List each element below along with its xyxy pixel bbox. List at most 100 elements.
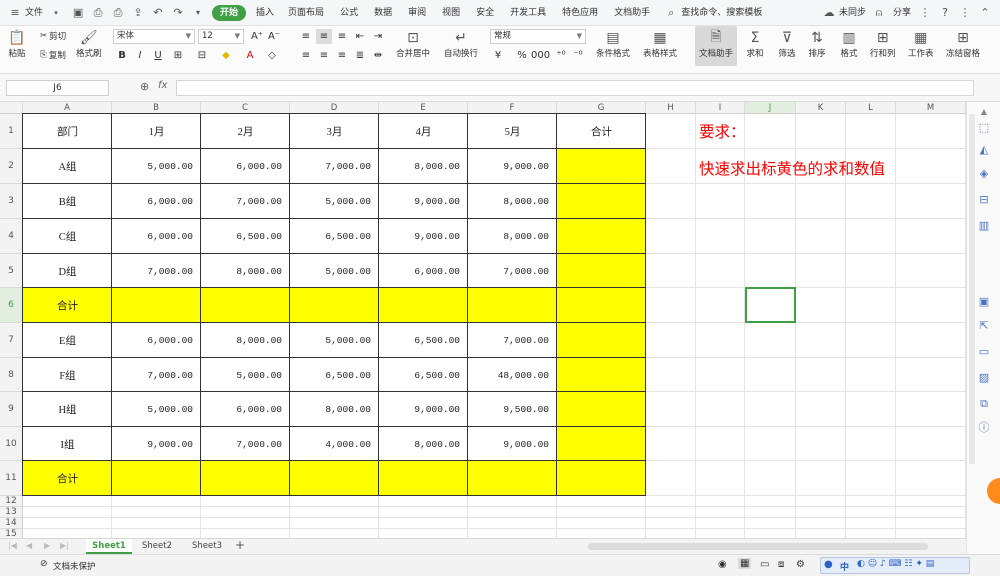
table-cell[interactable]: 5,000.00 — [112, 392, 201, 427]
table-cell[interactable] — [290, 461, 379, 496]
font-name-select[interactable]: 宋体 ▼ — [113, 29, 195, 44]
sheet-tab-2[interactable]: Sheet2 — [134, 539, 180, 554]
row-header-13[interactable]: 13 — [0, 507, 23, 518]
currency-icon[interactable]: ¥ — [490, 48, 506, 63]
font-color-icon[interactable]: A — [242, 48, 258, 63]
table-cell[interactable]: 4,000.00 — [290, 427, 379, 461]
table-cell[interactable] — [290, 288, 379, 323]
table-header-cell[interactable]: 5月 — [468, 114, 557, 149]
underline-icon[interactable]: U — [150, 48, 166, 63]
eye-icon[interactable]: ◉ — [718, 559, 727, 570]
row-header-2[interactable]: 2 — [0, 149, 23, 184]
sum-button[interactable]: Σ 求和 — [746, 29, 764, 59]
table-cell[interactable] — [557, 288, 646, 323]
align-center-icon[interactable]: ≡ — [316, 48, 332, 63]
sort-button[interactable]: ⇅ 排序 — [808, 29, 826, 59]
table-cell[interactable]: 6,500.00 — [379, 323, 468, 358]
table-cell[interactable]: 6,500.00 — [290, 219, 379, 254]
help-icon[interactable]: ? — [938, 6, 952, 20]
filter-button[interactable]: ⊽ 筛选 — [778, 29, 796, 59]
column-header-m[interactable]: M — [896, 102, 966, 114]
tab-developer[interactable]: 开发工具 — [502, 0, 554, 26]
shape-icon[interactable]: ◭ — [976, 142, 992, 158]
table-cell[interactable] — [201, 461, 290, 496]
floating-badge[interactable] — [987, 478, 1000, 504]
table-cell[interactable]: 6,000.00 — [201, 149, 290, 184]
table-cell[interactable]: 5,000.00 — [290, 254, 379, 288]
cut-button[interactable]: ✂ 剪切 — [40, 30, 66, 42]
table-cell[interactable]: 9,000.00 — [112, 427, 201, 461]
table-cell[interactable] — [112, 288, 201, 323]
table-header-cell[interactable]: 合计 — [557, 114, 646, 149]
sync-status[interactable]: 未同步 — [839, 0, 869, 26]
table-cell[interactable] — [201, 288, 290, 323]
table-cell[interactable] — [557, 323, 646, 358]
row-header-1[interactable]: 1 — [0, 114, 23, 149]
row-header-3[interactable]: 3 — [0, 184, 23, 219]
doc-assistant-button[interactable]: 🗎 文档助手 — [695, 26, 737, 66]
table-cell[interactable]: A组 — [23, 149, 112, 184]
table-cell[interactable]: 5,000.00 — [112, 149, 201, 184]
align-left-icon[interactable]: ≡ — [298, 48, 314, 63]
align-middle-icon[interactable]: ≡ — [316, 29, 332, 44]
worksheet-button[interactable]: ▦ 工作表 — [908, 29, 934, 59]
align-bottom-icon[interactable]: ≡ — [334, 29, 350, 44]
table-cell[interactable] — [557, 149, 646, 184]
merge-center-button[interactable]: ⊡ 合并居中 — [396, 29, 430, 59]
row-header-11[interactable]: 11 — [0, 461, 23, 496]
row-header-6[interactable]: 6 — [0, 288, 23, 323]
tab-insert[interactable]: 插入 — [250, 0, 280, 26]
file-menu[interactable]: 文件 — [25, 0, 49, 26]
table-header-cell[interactable]: 3月 — [290, 114, 379, 149]
increase-decimal-icon[interactable]: ⁺⁰ — [553, 48, 569, 63]
table-cell[interactable] — [557, 219, 646, 254]
ime-toolbar[interactable]: ● 中 ◐ ☺ ♪ ⌨ ☷ ✦ ▤ — [820, 557, 970, 574]
table-cell[interactable]: 7,000.00 — [290, 149, 379, 184]
tab-data[interactable]: 数据 — [366, 0, 400, 26]
table-cell[interactable] — [468, 461, 557, 496]
indent-decrease-icon[interactable]: ⇤ — [352, 29, 368, 44]
share-button[interactable]: 分享 — [889, 0, 915, 26]
justify-icon[interactable]: ≣ — [352, 48, 368, 63]
table-cell[interactable] — [379, 288, 468, 323]
row-header-5[interactable]: 5 — [0, 254, 23, 288]
undo-icon[interactable]: ↶ — [151, 6, 165, 20]
table-cell[interactable]: 合计 — [23, 288, 112, 323]
zoom-icon[interactable]: ⊕ — [140, 80, 149, 93]
table-cell[interactable]: 6,500.00 — [290, 358, 379, 392]
table-cell[interactable] — [557, 392, 646, 427]
conditional-format-button[interactable]: ▤ 条件格式 — [596, 29, 630, 59]
decrease-font-icon[interactable]: A⁻ — [266, 29, 282, 44]
tab-security[interactable]: 安全 — [468, 0, 502, 26]
table-cell[interactable]: 9,500.00 — [468, 392, 557, 427]
table-cell[interactable]: 6,000.00 — [201, 392, 290, 427]
table-header-cell[interactable]: 部门 — [23, 114, 112, 149]
protection-status[interactable]: 文档未保护 — [53, 560, 96, 572]
table-cell[interactable] — [557, 461, 646, 496]
select-icon[interactable]: ⬚ — [976, 120, 992, 136]
table-cell[interactable]: 8,000.00 — [290, 392, 379, 427]
scroll-up-icon[interactable]: ▲ — [976, 104, 992, 120]
horizontal-scrollbar[interactable] — [588, 543, 928, 550]
table-cell[interactable]: H组 — [23, 392, 112, 427]
table-cell[interactable]: 5,000.00 — [290, 184, 379, 219]
column-header-i[interactable]: I — [696, 102, 745, 114]
crop-icon[interactable]: ⧉ — [976, 396, 992, 412]
table-cell[interactable]: D组 — [23, 254, 112, 288]
table-cell[interactable]: 9,000.00 — [379, 219, 468, 254]
fx-icon[interactable]: fx — [158, 80, 167, 91]
table-cell[interactable]: 7,000.00 — [468, 323, 557, 358]
copy-button[interactable]: ⎘ 复制 — [40, 49, 66, 61]
redo-icon[interactable]: ↷ — [171, 6, 185, 20]
border-icon[interactable]: ⊞ — [170, 48, 186, 63]
collapse-ribbon-icon[interactable]: ⌃ — [978, 6, 992, 20]
clear-format-icon[interactable]: ◇ — [264, 48, 280, 63]
bold-icon[interactable]: B — [114, 48, 130, 63]
last-sheet-icon[interactable]: ▶| — [60, 541, 69, 550]
indent-increase-icon[interactable]: ⇥ — [370, 29, 386, 44]
wrap-text-button[interactable]: ↵ 自动换行 — [444, 29, 478, 59]
row-header-15[interactable]: 15 — [0, 529, 23, 538]
more-dots-icon[interactable]: ⋮ — [958, 6, 972, 20]
read-mode-icon[interactable]: ⚙ — [796, 559, 805, 570]
image-tool-icon[interactable]: ▣ — [976, 294, 992, 310]
